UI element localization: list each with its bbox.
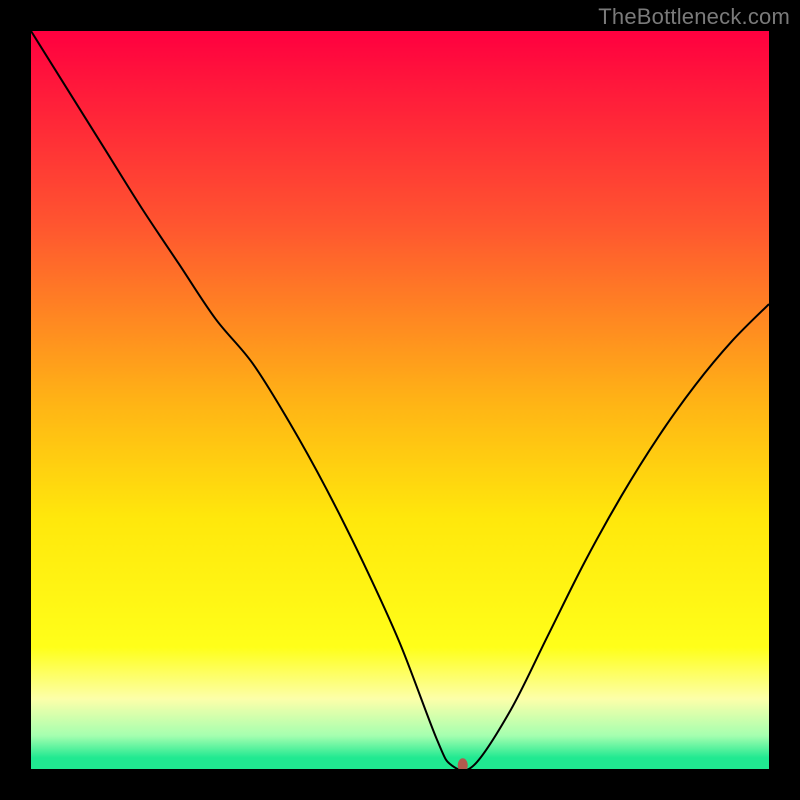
- attribution-text: TheBottleneck.com: [598, 4, 790, 30]
- gradient-background: [31, 31, 769, 769]
- plot-area: [31, 31, 769, 769]
- chart-frame: TheBottleneck.com: [0, 0, 800, 800]
